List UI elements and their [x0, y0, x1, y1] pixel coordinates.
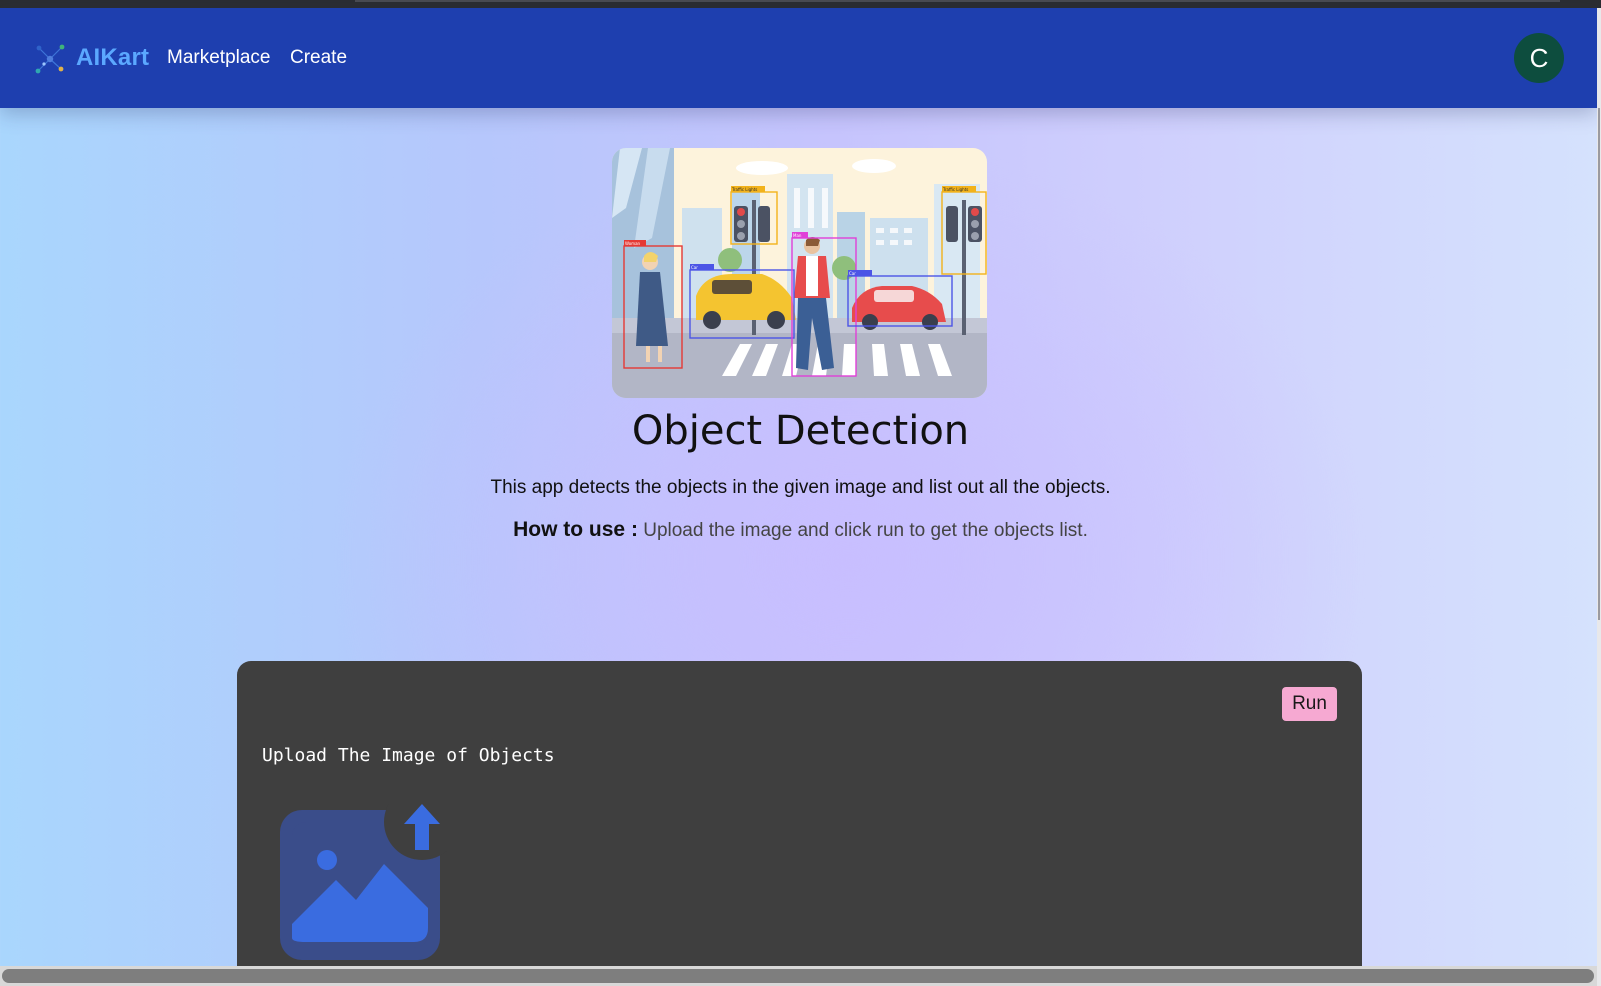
vertical-scrollbar-thumb[interactable]	[1598, 108, 1600, 620]
app-title: Object Detection	[631, 408, 970, 454]
app-run-panel: Run Upload The Image of Objects	[237, 661, 1362, 986]
nav-create[interactable]: Create	[290, 47, 347, 69]
how-to-use-label: How to use :	[513, 518, 638, 541]
app-description: This app detects the objects in the give…	[490, 477, 1111, 498]
run-button[interactable]: Run	[1282, 687, 1337, 721]
svg-text:Traffic Lights: Traffic Lights	[942, 187, 968, 192]
user-avatar[interactable]: C	[1514, 33, 1564, 83]
navbar: AIKart Marketplace Create C	[0, 8, 1597, 108]
browser-top-edge	[355, 0, 1560, 2]
how-to-use-text: Upload the image and click run to get th…	[643, 520, 1088, 541]
upload-label: Upload The Image of Objects	[262, 745, 555, 766]
network-dots-icon	[35, 44, 65, 74]
how-to-use: How to use : Upload the image and click …	[0, 518, 1601, 542]
horizontal-scrollbar[interactable]	[0, 966, 1597, 986]
svg-text:Woman: Woman	[625, 241, 641, 246]
image-upload-icon[interactable]	[280, 804, 448, 964]
svg-text:Car: Car	[691, 265, 698, 270]
browser-top-strip	[0, 0, 1601, 8]
svg-text:Man: Man	[793, 233, 802, 238]
svg-text:Traffic Lights: Traffic Lights	[731, 187, 757, 192]
brand-logo-text[interactable]: AIKart	[76, 44, 149, 72]
hero-illustration: Woman Traffic Lights Car Man Car Traffic…	[612, 148, 987, 398]
horizontal-scrollbar-thumb[interactable]	[2, 969, 1594, 983]
svg-text:Car: Car	[849, 271, 856, 276]
nav-marketplace[interactable]: Marketplace	[167, 47, 271, 69]
